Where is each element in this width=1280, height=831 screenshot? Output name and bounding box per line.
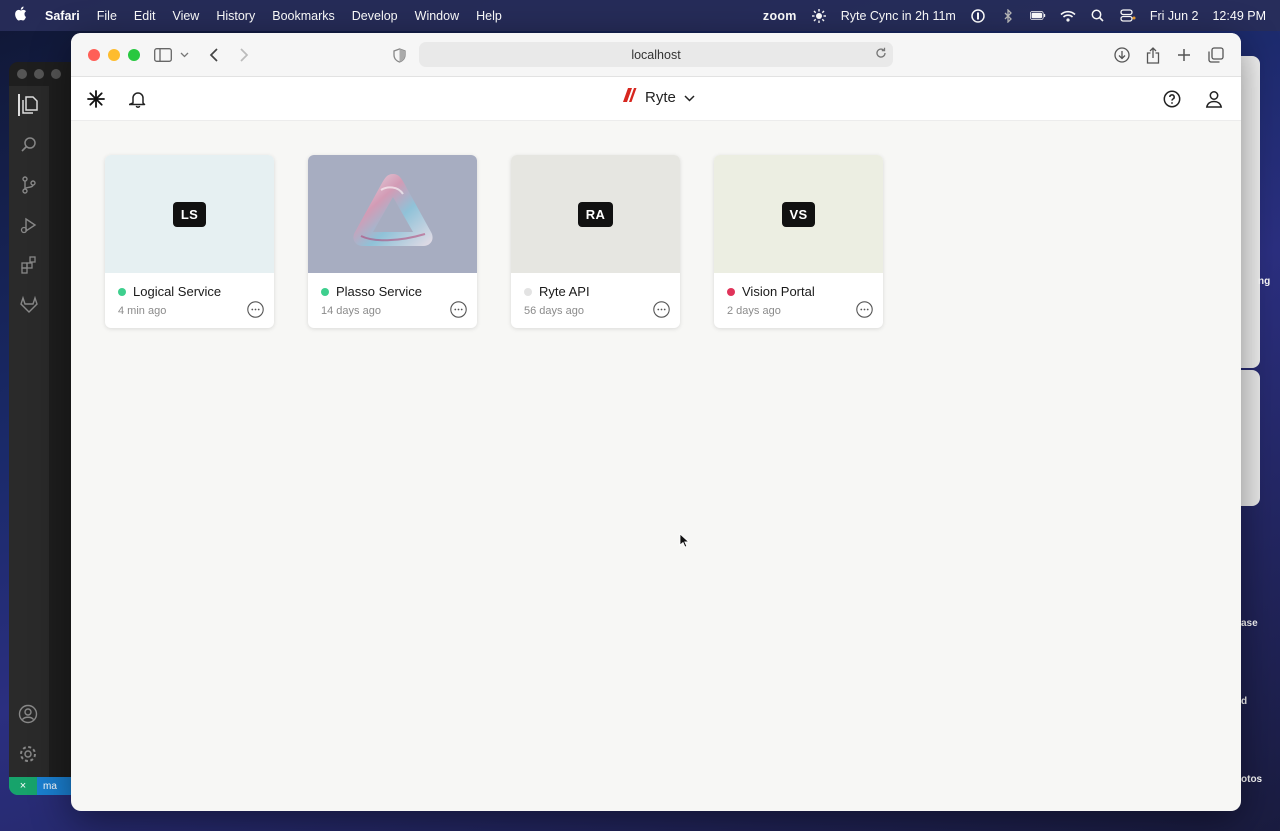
search-icon[interactable] bbox=[18, 134, 40, 156]
one-password-icon[interactable] bbox=[970, 8, 986, 23]
address-bar[interactable]: localhost bbox=[419, 42, 893, 67]
background-label: otos bbox=[1241, 774, 1263, 785]
menu-bookmarks[interactable]: Bookmarks bbox=[272, 9, 335, 23]
menu-window[interactable]: Window bbox=[415, 9, 459, 23]
user-icon[interactable] bbox=[1203, 88, 1225, 110]
project-thumbnail: RA bbox=[511, 155, 680, 273]
extensions-icon[interactable] bbox=[18, 254, 40, 276]
share-icon[interactable] bbox=[1144, 45, 1162, 65]
project-updated: 2 days ago bbox=[727, 305, 781, 317]
remote-icon[interactable]: × bbox=[9, 777, 37, 795]
status-dot bbox=[118, 287, 126, 296]
menu-date[interactable]: Fri Jun 2 bbox=[1150, 9, 1199, 23]
project-name: Logical Service bbox=[133, 284, 222, 299]
vscode-activity-bar bbox=[9, 86, 49, 777]
menu-develop[interactable]: Develop bbox=[352, 9, 398, 23]
sidebar-toggle-icon[interactable] bbox=[153, 45, 173, 65]
more-options-icon[interactable] bbox=[856, 301, 873, 318]
settings-gear-icon[interactable] bbox=[18, 744, 40, 766]
run-debug-icon[interactable] bbox=[18, 214, 40, 236]
apple-icon[interactable] bbox=[14, 6, 28, 25]
project-name: Ryte API bbox=[539, 284, 590, 299]
menu-view[interactable]: View bbox=[172, 9, 199, 23]
project-title: Vision Portal bbox=[727, 284, 815, 299]
menu-help[interactable]: Help bbox=[476, 9, 502, 23]
mouse-cursor-icon bbox=[679, 533, 690, 553]
project-initials: LS bbox=[172, 201, 207, 227]
background-label: d bbox=[1241, 696, 1248, 707]
battery-icon[interactable] bbox=[1029, 9, 1046, 23]
project-thumbnail: LS bbox=[105, 155, 274, 273]
status-dot bbox=[727, 287, 735, 296]
project-updated: 14 days ago bbox=[321, 305, 381, 317]
new-tab-icon[interactable] bbox=[1175, 45, 1193, 65]
project-initials: RA bbox=[577, 201, 614, 227]
triangle-artwork bbox=[352, 174, 433, 246]
chevron-down-icon bbox=[684, 89, 695, 106]
more-options-icon[interactable] bbox=[247, 301, 264, 318]
project-card[interactable]: Plasso Service 14 days ago bbox=[308, 155, 477, 328]
help-icon[interactable] bbox=[1161, 88, 1183, 110]
bluetooth-icon[interactable] bbox=[1000, 8, 1016, 23]
explorer-icon[interactable] bbox=[18, 94, 40, 116]
gitlab-icon[interactable] bbox=[18, 294, 40, 316]
window-controls bbox=[88, 48, 140, 61]
more-options-icon[interactable] bbox=[450, 301, 467, 318]
project-title: Ryte API bbox=[524, 284, 590, 299]
workspace-switcher[interactable]: Ryte bbox=[621, 87, 695, 107]
forward-icon[interactable] bbox=[236, 45, 252, 65]
menu-file[interactable]: File bbox=[97, 9, 117, 23]
project-name: Vision Portal bbox=[742, 284, 815, 299]
minimize-window-button[interactable] bbox=[108, 48, 120, 61]
project-card[interactable]: RA Ryte API 56 days ago bbox=[511, 155, 680, 328]
close-window-button[interactable] bbox=[88, 48, 100, 61]
project-title: Logical Service bbox=[118, 284, 221, 299]
project-thumbnail-image bbox=[308, 155, 477, 273]
project-thumbnail: VS bbox=[714, 155, 883, 273]
git-branch[interactable]: ma bbox=[43, 781, 57, 792]
status-dot bbox=[321, 287, 329, 296]
sun-icon[interactable] bbox=[811, 8, 827, 23]
url-text[interactable]: localhost bbox=[631, 48, 680, 62]
menu-bar: Safari File Edit View History Bookmarks … bbox=[0, 0, 1280, 31]
wifi-icon[interactable] bbox=[1060, 9, 1076, 23]
app-header: Ryte bbox=[71, 77, 1241, 121]
source-control-icon[interactable] bbox=[18, 174, 40, 196]
status-dot bbox=[524, 287, 532, 296]
zoom-window-button[interactable] bbox=[128, 48, 140, 61]
reload-icon[interactable] bbox=[875, 47, 887, 62]
background-label: ng bbox=[1258, 276, 1271, 287]
logo-icon[interactable] bbox=[85, 88, 107, 110]
safari-window: localhost Ryte LS Logical Service 4 min … bbox=[71, 33, 1241, 811]
project-updated: 4 min ago bbox=[118, 305, 167, 317]
bell-icon[interactable] bbox=[127, 88, 149, 110]
project-card[interactable]: LS Logical Service 4 min ago bbox=[105, 155, 274, 328]
control-center-icon[interactable] bbox=[1120, 9, 1136, 23]
project-updated: 56 days ago bbox=[524, 305, 584, 317]
sync-status[interactable]: Ryte Cync in 2h 11m bbox=[841, 9, 956, 23]
menu-app-name[interactable]: Safari bbox=[45, 9, 80, 23]
ryte-logo-icon bbox=[621, 87, 637, 107]
zoom-status[interactable]: zoom bbox=[763, 9, 797, 23]
project-title: Plasso Service bbox=[321, 284, 422, 299]
project-initials: VS bbox=[781, 201, 816, 227]
back-icon[interactable] bbox=[206, 45, 222, 65]
project-name: Plasso Service bbox=[336, 284, 422, 299]
workspace-name: Ryte bbox=[645, 88, 676, 106]
privacy-shield-icon[interactable] bbox=[391, 45, 407, 65]
project-card[interactable]: VS Vision Portal 2 days ago bbox=[714, 155, 883, 328]
browser-toolbar: localhost bbox=[71, 33, 1241, 77]
menu-time[interactable]: 12:49 PM bbox=[1212, 9, 1266, 23]
account-icon[interactable] bbox=[18, 704, 40, 726]
background-label: ase bbox=[1241, 618, 1258, 629]
more-options-icon[interactable] bbox=[653, 301, 670, 318]
project-grid: LS Logical Service 4 min ago Plasso Serv… bbox=[105, 155, 883, 328]
chevron-down-icon[interactable] bbox=[178, 45, 190, 65]
menu-edit[interactable]: Edit bbox=[134, 9, 156, 23]
menu-history[interactable]: History bbox=[216, 9, 255, 23]
search-icon[interactable] bbox=[1090, 9, 1106, 23]
downloads-icon[interactable] bbox=[1113, 45, 1131, 65]
tab-overview-icon[interactable] bbox=[1207, 45, 1225, 65]
